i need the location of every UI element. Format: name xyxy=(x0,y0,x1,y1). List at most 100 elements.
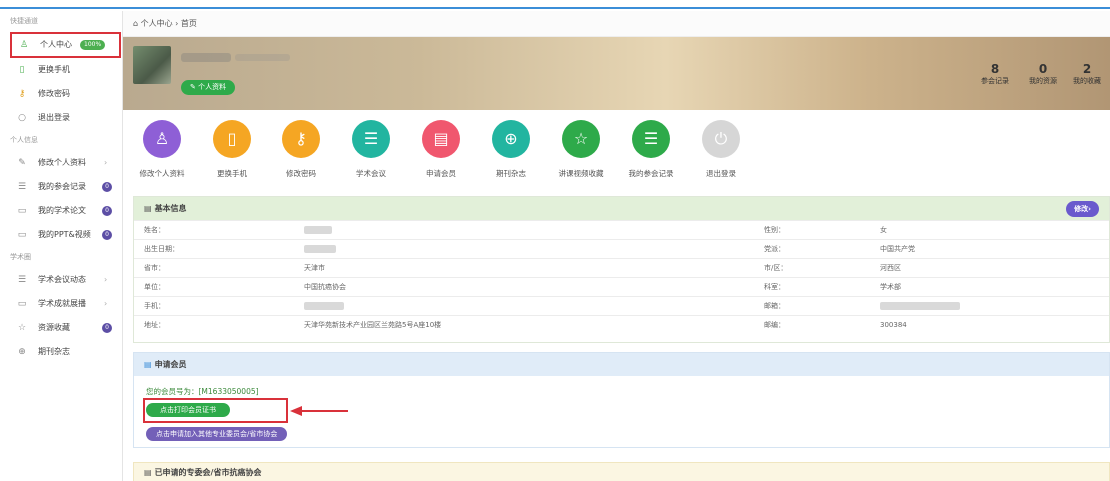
sidebar-item-label: 修改个人资料 xyxy=(38,158,86,167)
quick-change-phone[interactable]: ▯ 更换手机 xyxy=(202,120,262,179)
sidebar-item-change-phone[interactable]: ▯ 更换手机 xyxy=(0,58,122,82)
avatar[interactable] xyxy=(133,46,171,84)
breadcrumb-current: 首页 xyxy=(180,19,197,28)
circle-icon: ○ xyxy=(18,113,26,123)
sidebar-section-title: 学术圈 xyxy=(10,253,31,261)
count-badge: 0 xyxy=(102,230,112,240)
field-label: 手机： xyxy=(134,296,294,316)
profile-banner: ✎ 个人资料 8 参会记录 0 我的资源 2 我的收藏 xyxy=(123,37,1110,110)
sidebar-item-label: 退出登录 xyxy=(38,113,70,122)
quick-apply-member[interactable]: ▤ 申请会员 xyxy=(411,120,471,179)
sidebar-item-label: 学术成就展播 xyxy=(38,299,86,308)
sidebar-item-meeting-news[interactable]: ☰ 学术会议动态 › xyxy=(0,268,122,292)
member-header: ▤ 申请会员 xyxy=(134,353,1109,376)
panel-title: 基本信息 xyxy=(154,204,187,213)
sidebar-item-label: 我的学术论文 xyxy=(38,206,86,215)
quick-change-password[interactable]: ⚷ 修改密码 xyxy=(271,120,331,179)
sidebar-item-achievements[interactable]: ▭ 学术成就展播 › xyxy=(0,292,122,316)
sidebar-item-label: 资源收藏 xyxy=(38,323,70,332)
sidebar-item-label: 学术会议动态 xyxy=(38,275,86,284)
quick-label: 期刊杂志 xyxy=(496,169,526,178)
field-value xyxy=(294,239,754,259)
sidebar-item-personal-center[interactable]: ♙ 个人中心 100% xyxy=(10,32,121,58)
sidebar-item-change-password[interactable]: ⚷ 修改密码 xyxy=(0,82,122,106)
key-icon: ⚷ xyxy=(282,120,320,158)
basic-info-panel: ▤ 基本信息 修改› 姓名： 性别： 女 出生日期： 党派： 中国共产党 省市： … xyxy=(133,196,1110,343)
table-row: 地址： 天津华苑新技术产业园区兰苑路5号A座10楼 邮编： 300384 xyxy=(134,315,1109,335)
video-icon: ▭ xyxy=(17,299,27,309)
count-badge: 0 xyxy=(102,323,112,333)
field-value xyxy=(294,220,754,240)
quick-logout[interactable]: ⏻ 退出登录 xyxy=(691,120,751,179)
stat-my-favorites[interactable]: 2 我的收藏 xyxy=(1073,62,1101,86)
arrow-left-icon xyxy=(290,406,348,416)
panel-title: 申请会员 xyxy=(154,360,187,369)
list-icon: ☰ xyxy=(352,120,390,158)
panel-title: 已申请的专委会/省市抗癌协会 xyxy=(154,468,262,477)
field-value xyxy=(294,296,754,316)
field-label: 邮编： xyxy=(754,315,870,335)
stat-number: 2 xyxy=(1082,62,1092,76)
sidebar-item-label: 更换手机 xyxy=(38,65,70,74)
basic-info-header: ▤ 基本信息 修改› xyxy=(134,197,1109,220)
field-value: 河西区 xyxy=(870,258,1109,278)
applied-panel: ▤ 已申请的专委会/省市抗癌协会 xyxy=(133,462,1110,481)
field-value xyxy=(870,296,1109,316)
chevron-right-icon: › xyxy=(104,299,108,308)
field-label: 省市： xyxy=(134,258,294,278)
blurred-value xyxy=(304,226,332,234)
stat-number: 8 xyxy=(990,62,1000,76)
stat-label: 我的资源 xyxy=(1029,77,1057,85)
blurred-value xyxy=(304,302,344,310)
edit-button[interactable]: 修改› xyxy=(1066,201,1099,217)
sidebar-item-favorites[interactable]: ☆ 资源收藏 0 xyxy=(0,316,122,340)
sidebar-item-label: 我的参会记录 xyxy=(38,182,86,191)
stat-meeting-records[interactable]: 8 参会记录 xyxy=(981,62,1009,86)
quick-edit-profile[interactable]: ♙ 修改个人资料 xyxy=(132,120,192,179)
sidebar-item-label: 修改密码 xyxy=(38,89,70,98)
chevron-right-icon: › xyxy=(104,275,108,284)
list-icon: ☰ xyxy=(17,275,27,285)
list-icon: ☰ xyxy=(17,182,27,192)
field-value: 学术部 xyxy=(870,277,1109,297)
stat-number: 0 xyxy=(1038,62,1048,76)
basic-info-table: 姓名： 性别： 女 出生日期： 党派： 中国共产党 省市： 天津市 市/区： 河… xyxy=(134,220,1109,335)
quick-label: 学术会议 xyxy=(356,169,386,178)
field-value: 女 xyxy=(870,220,1109,240)
document-icon: ▤ xyxy=(144,468,152,477)
quick-meeting-records[interactable]: ☰ 我的参会记录 xyxy=(621,120,681,179)
sidebar-item-label: 个人中心 xyxy=(40,40,72,49)
quick-journals[interactable]: ⊕ 期刊杂志 xyxy=(481,120,541,179)
quick-label: 修改个人资料 xyxy=(139,169,185,178)
table-row: 姓名： 性别： 女 xyxy=(134,220,1109,240)
sidebar-item-journals[interactable]: ⊕ 期刊杂志 xyxy=(0,340,122,364)
sidebar-item-papers[interactable]: ▭ 我的学术论文 0 xyxy=(0,199,122,223)
quick-label: 申请会员 xyxy=(426,169,456,178)
document-icon: ▤ xyxy=(422,120,460,158)
quick-academic-meetings[interactable]: ☰ 学术会议 xyxy=(341,120,401,179)
field-label: 党派： xyxy=(754,239,870,259)
sidebar-item-meeting-records[interactable]: ☰ 我的参会记录 0 xyxy=(0,175,122,199)
profile-button[interactable]: ✎ 个人资料 xyxy=(181,80,236,95)
stat-my-resources[interactable]: 0 我的资源 xyxy=(1029,62,1057,86)
blurred-value xyxy=(880,302,960,310)
home-icon: ⌂ xyxy=(133,19,139,28)
field-value: 300384 xyxy=(870,315,1109,335)
field-value: 中国抗癌协会 xyxy=(294,277,754,297)
join-committee-button[interactable]: 点击申请加入其他专业委员会/省市协会 xyxy=(146,427,288,441)
stat-label: 参会记录 xyxy=(981,77,1009,85)
sidebar-item-edit-profile[interactable]: ✎ 修改个人资料 › xyxy=(0,151,122,175)
field-value: 天津华苑新技术产业园区兰苑路5号A座10楼 xyxy=(294,315,754,335)
breadcrumb-home[interactable]: 个人中心 xyxy=(141,19,173,28)
sidebar-item-logout[interactable]: ○ 退出登录 xyxy=(0,106,122,130)
target-icon: ⊕ xyxy=(18,347,26,357)
sidebar-item-ppt-video[interactable]: ▭ 我的PPT&视频 0 xyxy=(0,223,122,247)
blurred-value xyxy=(304,245,336,253)
quick-video-favorites[interactable]: ☆ 讲课视频收藏 xyxy=(551,120,611,179)
table-row: 单位： 中国抗癌协会 科室： 学术部 xyxy=(134,277,1109,297)
table-row: 省市： 天津市 市/区： 河西区 xyxy=(134,258,1109,278)
user-icon: ♙ xyxy=(143,120,181,158)
chevron-right-icon: › xyxy=(104,158,108,167)
profile-button-label: 个人资料 xyxy=(198,83,227,91)
field-label: 邮箱： xyxy=(754,296,870,316)
